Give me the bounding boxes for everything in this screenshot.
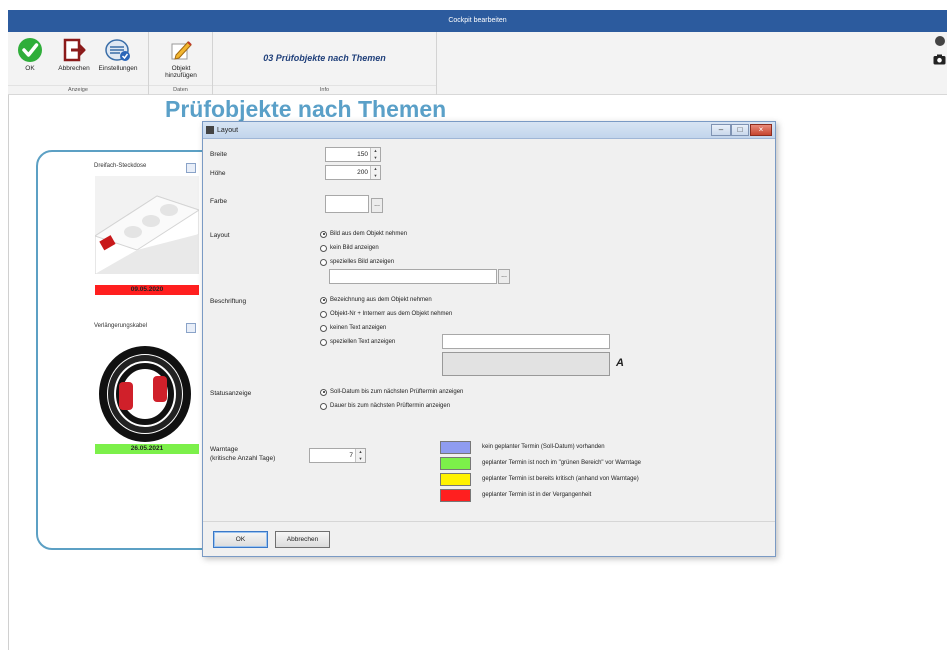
app-left-border (8, 95, 9, 650)
beschriftung-radio-bezeichnung[interactable]: Bezeichnung aus dem Objekt nehmen (320, 295, 432, 305)
item-date: 09.05.2020 (130, 286, 164, 293)
settings-icon (105, 37, 131, 63)
dialog-title: Layout (217, 127, 239, 134)
legend-swatch-green (440, 457, 471, 470)
warntage-value: 7 (349, 452, 353, 459)
item-edit-button[interactable] (186, 323, 196, 333)
layout-dialog: Layout – □ × Breite 150 ▲ ▼ Höhe 200 ▲ ▼ F… (202, 121, 776, 557)
breite-value: 150 (357, 151, 368, 158)
spezieller-text-input[interactable] (442, 334, 610, 349)
ok-button[interactable]: OK (213, 531, 268, 548)
beschriftung-radio-objekt-nr[interactable]: Objekt-Nr + Internerr aus dem Objekt neh… (320, 309, 452, 319)
layout-radio-spezielles-bild[interactable]: spezielles Bild anzeigen (320, 257, 394, 267)
ribbon-group-anzeige: OK Abbrechen Einstellungen Anzeige (8, 32, 149, 95)
layout-label: Layout (210, 232, 230, 239)
ok-ribbon-button[interactable]: OK (10, 35, 50, 81)
power-strip-image (93, 176, 201, 275)
text-preview-box (442, 352, 610, 376)
beschriftung-label: Beschriftung (210, 298, 247, 305)
radio-dot (320, 244, 327, 252)
item-date-bar: 26.05.2021 (95, 444, 199, 454)
radio-dot (320, 402, 327, 410)
radio-dot (320, 230, 327, 238)
breite-label: Breite (210, 151, 227, 158)
side-icons (933, 36, 947, 67)
dialog-title-bar: Layout – □ × (203, 122, 775, 139)
radio-dot (320, 338, 327, 346)
legend-text: geplanter Termin ist bereits kritisch (a… (482, 476, 639, 482)
objekt-hinzufuegen-button[interactable]: Objekt hinzufügen (161, 35, 201, 81)
info-title: 03 Prüfobjekte nach Themen (263, 53, 386, 63)
item-edit-button[interactable] (186, 163, 196, 173)
status-radio-dauer[interactable]: Dauer bis zum nächsten Prüftermin anzeig… (320, 401, 450, 411)
page-title: Prüfobjekte nach Themen (165, 96, 447, 122)
legend-swatch-red (440, 489, 471, 502)
warntage-sublabel: (kritische Anzahl Tage) (210, 455, 276, 462)
window-icon (206, 126, 214, 134)
legend-swatch-yellow (440, 473, 471, 486)
ribbon-group-label: Info (213, 85, 436, 94)
radio-dot (320, 388, 327, 396)
hoehe-value: 200 (357, 169, 368, 176)
radio-dot (320, 258, 327, 266)
spinner-arrows-icon[interactable]: ▲ ▼ (355, 449, 365, 462)
layout-radio-bild-objekt[interactable]: Bild aus dem Objekt nehmen (320, 229, 407, 239)
extension-cable-image (95, 344, 199, 442)
legend-text: kein geplanter Termin (Soll-Datum) vorha… (482, 444, 605, 450)
warntage-spinner[interactable]: 7 ▲ ▼ (309, 448, 366, 463)
layout-radio-kein-bild[interactable]: kein Bild anzeigen (320, 243, 379, 253)
ribbon-group-label: Anzeige (8, 85, 148, 94)
item-date-bar: 09.05.2020 (95, 285, 199, 295)
camera-icon[interactable] (933, 54, 947, 67)
abbrechen-ribbon-button[interactable]: Abbrechen (54, 35, 94, 81)
legend-text: geplanter Termin ist in der Vergangenhei… (482, 492, 592, 498)
maximize-button[interactable]: □ (731, 124, 749, 136)
minimize-button[interactable]: – (711, 124, 731, 136)
info-icon[interactable] (935, 36, 945, 46)
exit-icon (61, 37, 87, 63)
ribbon: OK Abbrechen Einstellungen Anzeige Objek… (8, 32, 947, 95)
cancel-button[interactable]: Abbrechen (275, 531, 330, 548)
edit-pencil-icon (168, 37, 194, 63)
warntage-label: Warntage (210, 446, 238, 453)
window-title: Cockpit bearbeiten (448, 17, 507, 24)
beschriftung-radio-kein-text[interactable]: keinen Text anzeigen (320, 323, 386, 333)
close-button[interactable]: × (750, 124, 772, 136)
beschriftung-radio-spezieller-text[interactable]: speziellen Text anzeigen (320, 337, 395, 347)
checkmark-icon (17, 37, 43, 63)
hoehe-spinner[interactable]: 200 ▲ ▼ (325, 165, 381, 180)
radio-dot (320, 296, 327, 304)
bild-browse-button[interactable]: ... (498, 269, 510, 284)
farbe-picker-button[interactable]: ... (371, 198, 383, 213)
dialog-divider (203, 521, 775, 522)
bild-path-field[interactable] (329, 269, 497, 284)
hoehe-label: Höhe (210, 170, 226, 177)
ribbon-group-label: Daten (149, 85, 212, 94)
status-radio-soll-datum[interactable]: Soll-Datum bis zum nächsten Prüftermin a… (320, 387, 463, 397)
spinner-arrows-icon[interactable]: ▲ ▼ (370, 166, 380, 179)
font-select-button[interactable]: A (613, 355, 627, 371)
breite-spinner[interactable]: 150 ▲ ▼ (325, 147, 381, 162)
ribbon-group-daten: Objekt hinzufügen Daten (149, 32, 213, 95)
einstellungen-ribbon-button[interactable]: Einstellungen (98, 35, 138, 81)
farbe-label: Farbe (210, 198, 227, 205)
radio-dot (320, 310, 327, 318)
item-date: 26.05.2021 (130, 445, 164, 452)
item-date-fill: 09.05.2020 (95, 285, 199, 295)
legend-swatch-blue (440, 441, 471, 454)
statusanzeige-label: Statusanzeige (210, 390, 252, 397)
spinner-arrows-icon[interactable]: ▲ ▼ (370, 148, 380, 161)
item-title: Dreifach-Steckdose (94, 163, 147, 169)
ribbon-group-info: 03 Prüfobjekte nach Themen Info (213, 32, 437, 95)
item-date-fill: 26.05.2021 (95, 444, 199, 454)
legend-text: geplanter Termin ist noch im "grünen Ber… (482, 460, 642, 466)
farbe-field[interactable] (325, 195, 369, 213)
window-title-bar: Cockpit bearbeiten (8, 10, 947, 32)
item-title: Verlängerungskabel (94, 323, 148, 329)
radio-dot (320, 324, 327, 332)
